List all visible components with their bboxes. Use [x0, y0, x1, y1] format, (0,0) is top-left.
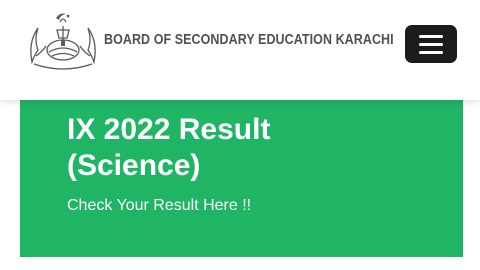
hamburger-menu-icon-bar: [419, 50, 443, 54]
bsek-emblem-icon: [30, 13, 96, 70]
brand[interactable]: BOARD OF SECONDARY EDUCATION KARACHI: [24, 10, 441, 70]
hamburger-menu-icon-bar: [419, 42, 443, 46]
hamburger-menu-button[interactable]: [405, 25, 457, 63]
result-banner: IX 2022 Result (Science) Check Your Resu…: [20, 100, 463, 257]
site-header: BOARD OF SECONDARY EDUCATION KARACHI: [0, 0, 480, 100]
org-name: BOARD OF SECONDARY EDUCATION KARACHI: [104, 32, 394, 48]
result-title: IX 2022 Result (Science): [67, 112, 463, 184]
check-result-link[interactable]: Check Your Result Here !!: [67, 197, 251, 215]
result-title-line-1: IX 2022 Result: [67, 113, 271, 146]
hamburger-menu-icon: [419, 34, 443, 38]
result-title-line-2: (Science): [67, 149, 201, 182]
